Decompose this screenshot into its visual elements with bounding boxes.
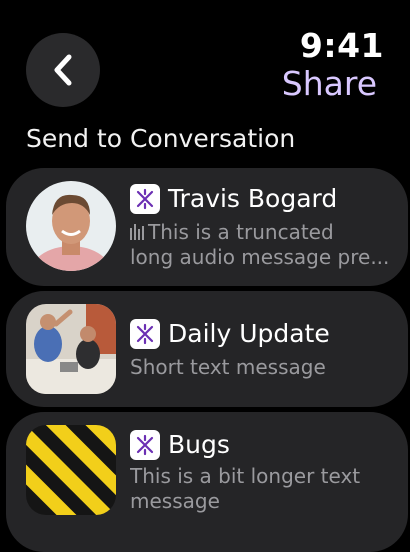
back-button[interactable] bbox=[26, 33, 100, 107]
message-line-1: This is a bit longer text bbox=[130, 464, 361, 488]
conversation-name: Daily Update bbox=[168, 319, 330, 348]
message-line-2: message bbox=[130, 489, 220, 513]
conversation-name: Bugs bbox=[168, 430, 230, 459]
conversation-name: Travis Bogard bbox=[168, 184, 338, 213]
conversation-message: This is a truncated long audio message p… bbox=[130, 220, 394, 270]
avatar bbox=[26, 304, 116, 394]
app-badge-icon bbox=[130, 184, 160, 214]
conversation-item[interactable]: Daily Update Short text message bbox=[6, 291, 408, 407]
conversation-item[interactable]: Bugs This is a bit longer text message bbox=[6, 412, 408, 552]
avatar bbox=[26, 181, 116, 271]
status-time: 9:41 bbox=[299, 26, 384, 65]
message-line-1: Short text message bbox=[130, 355, 326, 379]
message-line-2: long audio message pre... bbox=[130, 245, 390, 269]
page-title: Share bbox=[281, 64, 377, 103]
section-label: Send to Conversation bbox=[26, 124, 296, 153]
audio-waveform-icon bbox=[130, 224, 144, 240]
chevron-left-icon bbox=[54, 54, 72, 86]
conversation-message: Short text message bbox=[130, 355, 394, 380]
message-line-1: This is a truncated bbox=[148, 220, 334, 244]
app-badge-icon bbox=[130, 319, 160, 349]
conversation-item[interactable]: Travis Bogard This is a truncated long a… bbox=[6, 168, 408, 286]
conversation-message: This is a bit longer text message bbox=[130, 464, 394, 514]
app-badge-icon bbox=[130, 430, 160, 460]
